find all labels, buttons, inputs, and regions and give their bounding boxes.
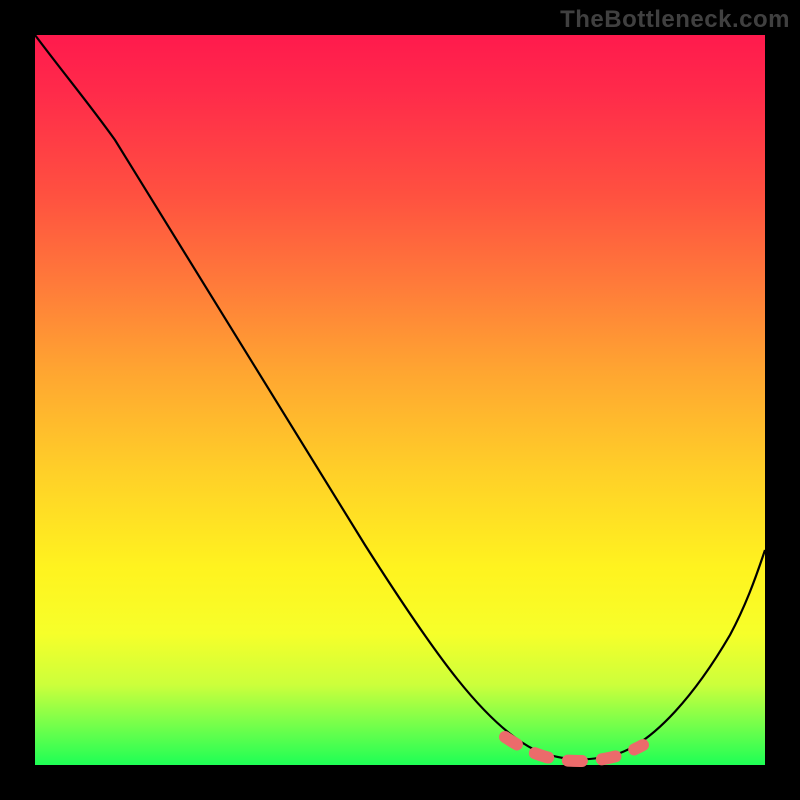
optimal-range-marker	[505, 737, 643, 761]
plot-area	[35, 35, 765, 765]
watermark-text: TheBottleneck.com	[560, 6, 790, 34]
bottleneck-curve	[35, 35, 765, 759]
chart-svg	[35, 35, 765, 765]
chart-frame: TheBottleneck.com	[0, 0, 800, 800]
